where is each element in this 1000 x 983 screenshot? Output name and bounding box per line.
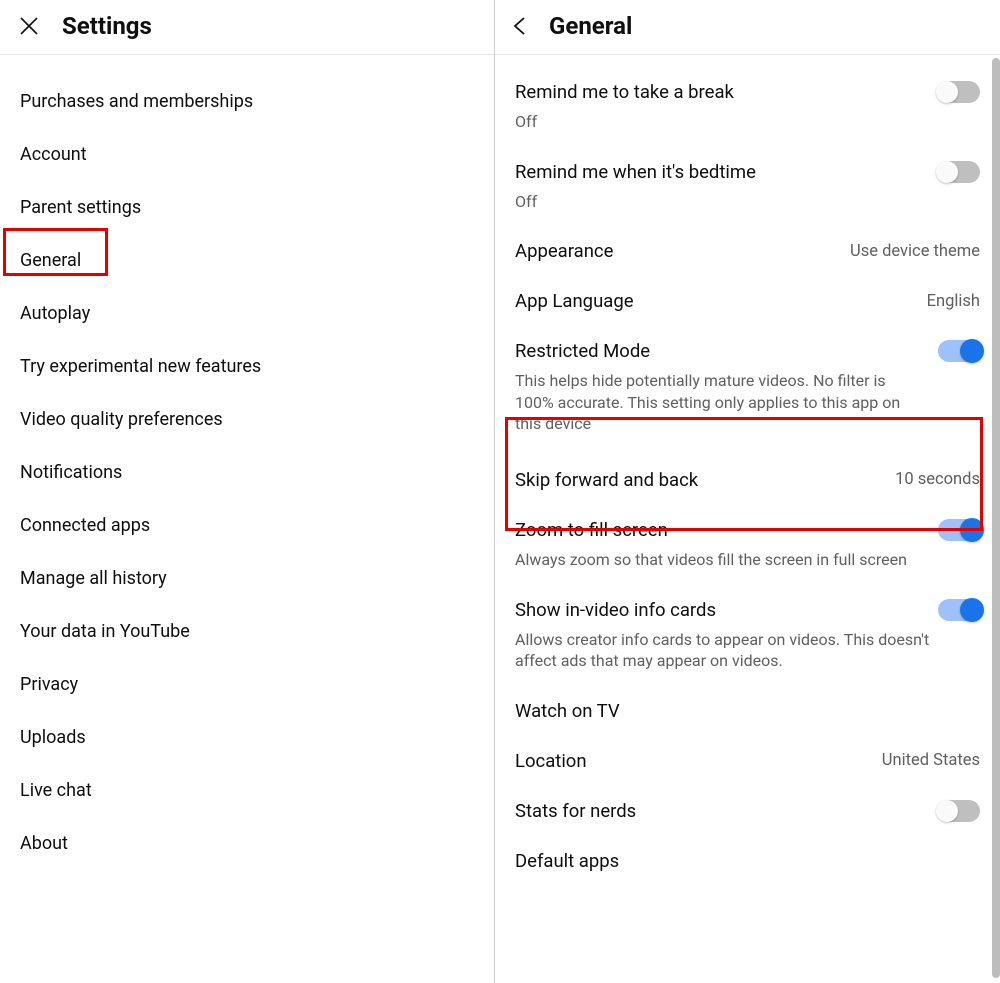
sidebar-item-about[interactable]: About	[0, 819, 494, 868]
option-title: App Language	[515, 290, 634, 312]
general-settings-panel: General Remind me to take a break Off Re…	[495, 0, 1000, 983]
option-state: Off	[515, 191, 980, 213]
option-value: English	[927, 292, 980, 311]
option-state: Off	[515, 111, 980, 133]
option-stats-nerds[interactable]: Stats for nerds	[515, 784, 980, 834]
option-title: Location	[515, 750, 587, 772]
option-remind-break[interactable]: Remind me to take a break Off	[515, 65, 980, 145]
option-value: Use device theme	[850, 242, 980, 261]
toggle-stats-nerds[interactable]	[938, 800, 980, 822]
option-title: Remind me to take a break	[515, 81, 734, 103]
settings-title: Settings	[62, 12, 152, 40]
sidebar-item-autoplay[interactable]: Autoplay	[0, 289, 494, 338]
toggle-zoom-fill[interactable]	[938, 519, 980, 541]
option-description: Always zoom so that videos fill the scre…	[515, 549, 980, 571]
close-icon[interactable]	[18, 15, 40, 37]
option-default-apps[interactable]: Default apps	[515, 834, 980, 884]
sidebar-item-manage-history[interactable]: Manage all history	[0, 554, 494, 603]
option-description: Allows creator info cards to appear on v…	[515, 629, 945, 672]
sidebar-item-purchases[interactable]: Purchases and memberships	[0, 77, 494, 126]
sidebar-item-video-quality[interactable]: Video quality preferences	[0, 395, 494, 444]
option-info-cards[interactable]: Show in-video info cards Allows creator …	[515, 583, 980, 684]
sidebar-item-account[interactable]: Account	[0, 130, 494, 179]
option-restricted-mode[interactable]: Restricted Mode This helps hide potentia…	[515, 324, 980, 453]
general-title: General	[549, 12, 632, 40]
sidebar-item-your-data[interactable]: Your data in YouTube	[0, 607, 494, 656]
general-options-container: Remind me to take a break Off Remind me …	[495, 55, 1000, 983]
settings-sidebar: Purchases and memberships Account Parent…	[0, 55, 494, 872]
option-title: Remind me when it's bedtime	[515, 161, 756, 183]
option-title: Watch on TV	[515, 700, 620, 722]
sidebar-item-notifications[interactable]: Notifications	[0, 448, 494, 497]
option-description: This helps hide potentially mature video…	[515, 370, 925, 435]
option-skip[interactable]: Skip forward and back 10 seconds	[515, 453, 980, 503]
option-title: Show in-video info cards	[515, 599, 716, 621]
toggle-remind-bedtime[interactable]	[938, 161, 980, 183]
scrollbar[interactable]	[992, 58, 1000, 978]
option-location[interactable]: Location United States	[515, 734, 980, 784]
toggle-remind-break[interactable]	[938, 81, 980, 103]
option-watch-tv[interactable]: Watch on TV	[515, 684, 980, 734]
sidebar-item-general[interactable]: General	[0, 236, 494, 285]
back-icon[interactable]	[509, 15, 531, 37]
option-value: 10 seconds	[895, 470, 980, 489]
option-title: Appearance	[515, 240, 613, 262]
general-header: General	[495, 0, 1000, 55]
option-title: Default apps	[515, 850, 619, 872]
option-title: Skip forward and back	[515, 469, 698, 491]
sidebar-item-connected-apps[interactable]: Connected apps	[0, 501, 494, 550]
option-appearance[interactable]: Appearance Use device theme	[515, 224, 980, 274]
option-title: Stats for nerds	[515, 800, 636, 822]
settings-sidebar-panel: Settings Purchases and memberships Accou…	[0, 0, 495, 983]
option-title: Zoom to fill screen	[515, 519, 668, 541]
option-zoom-fill[interactable]: Zoom to fill screen Always zoom so that …	[515, 503, 980, 583]
sidebar-item-parent-settings[interactable]: Parent settings	[0, 183, 494, 232]
general-options-list: Remind me to take a break Off Remind me …	[495, 55, 1000, 884]
toggle-info-cards[interactable]	[938, 599, 980, 621]
toggle-restricted-mode[interactable]	[938, 340, 980, 362]
sidebar-item-experimental[interactable]: Try experimental new features	[0, 342, 494, 391]
option-title: Restricted Mode	[515, 340, 650, 362]
settings-header: Settings	[0, 0, 494, 55]
option-app-language[interactable]: App Language English	[515, 274, 980, 324]
sidebar-item-privacy[interactable]: Privacy	[0, 660, 494, 709]
sidebar-item-uploads[interactable]: Uploads	[0, 713, 494, 762]
sidebar-item-live-chat[interactable]: Live chat	[0, 766, 494, 815]
option-remind-bedtime[interactable]: Remind me when it's bedtime Off	[515, 145, 980, 225]
option-value: United States	[882, 751, 980, 770]
